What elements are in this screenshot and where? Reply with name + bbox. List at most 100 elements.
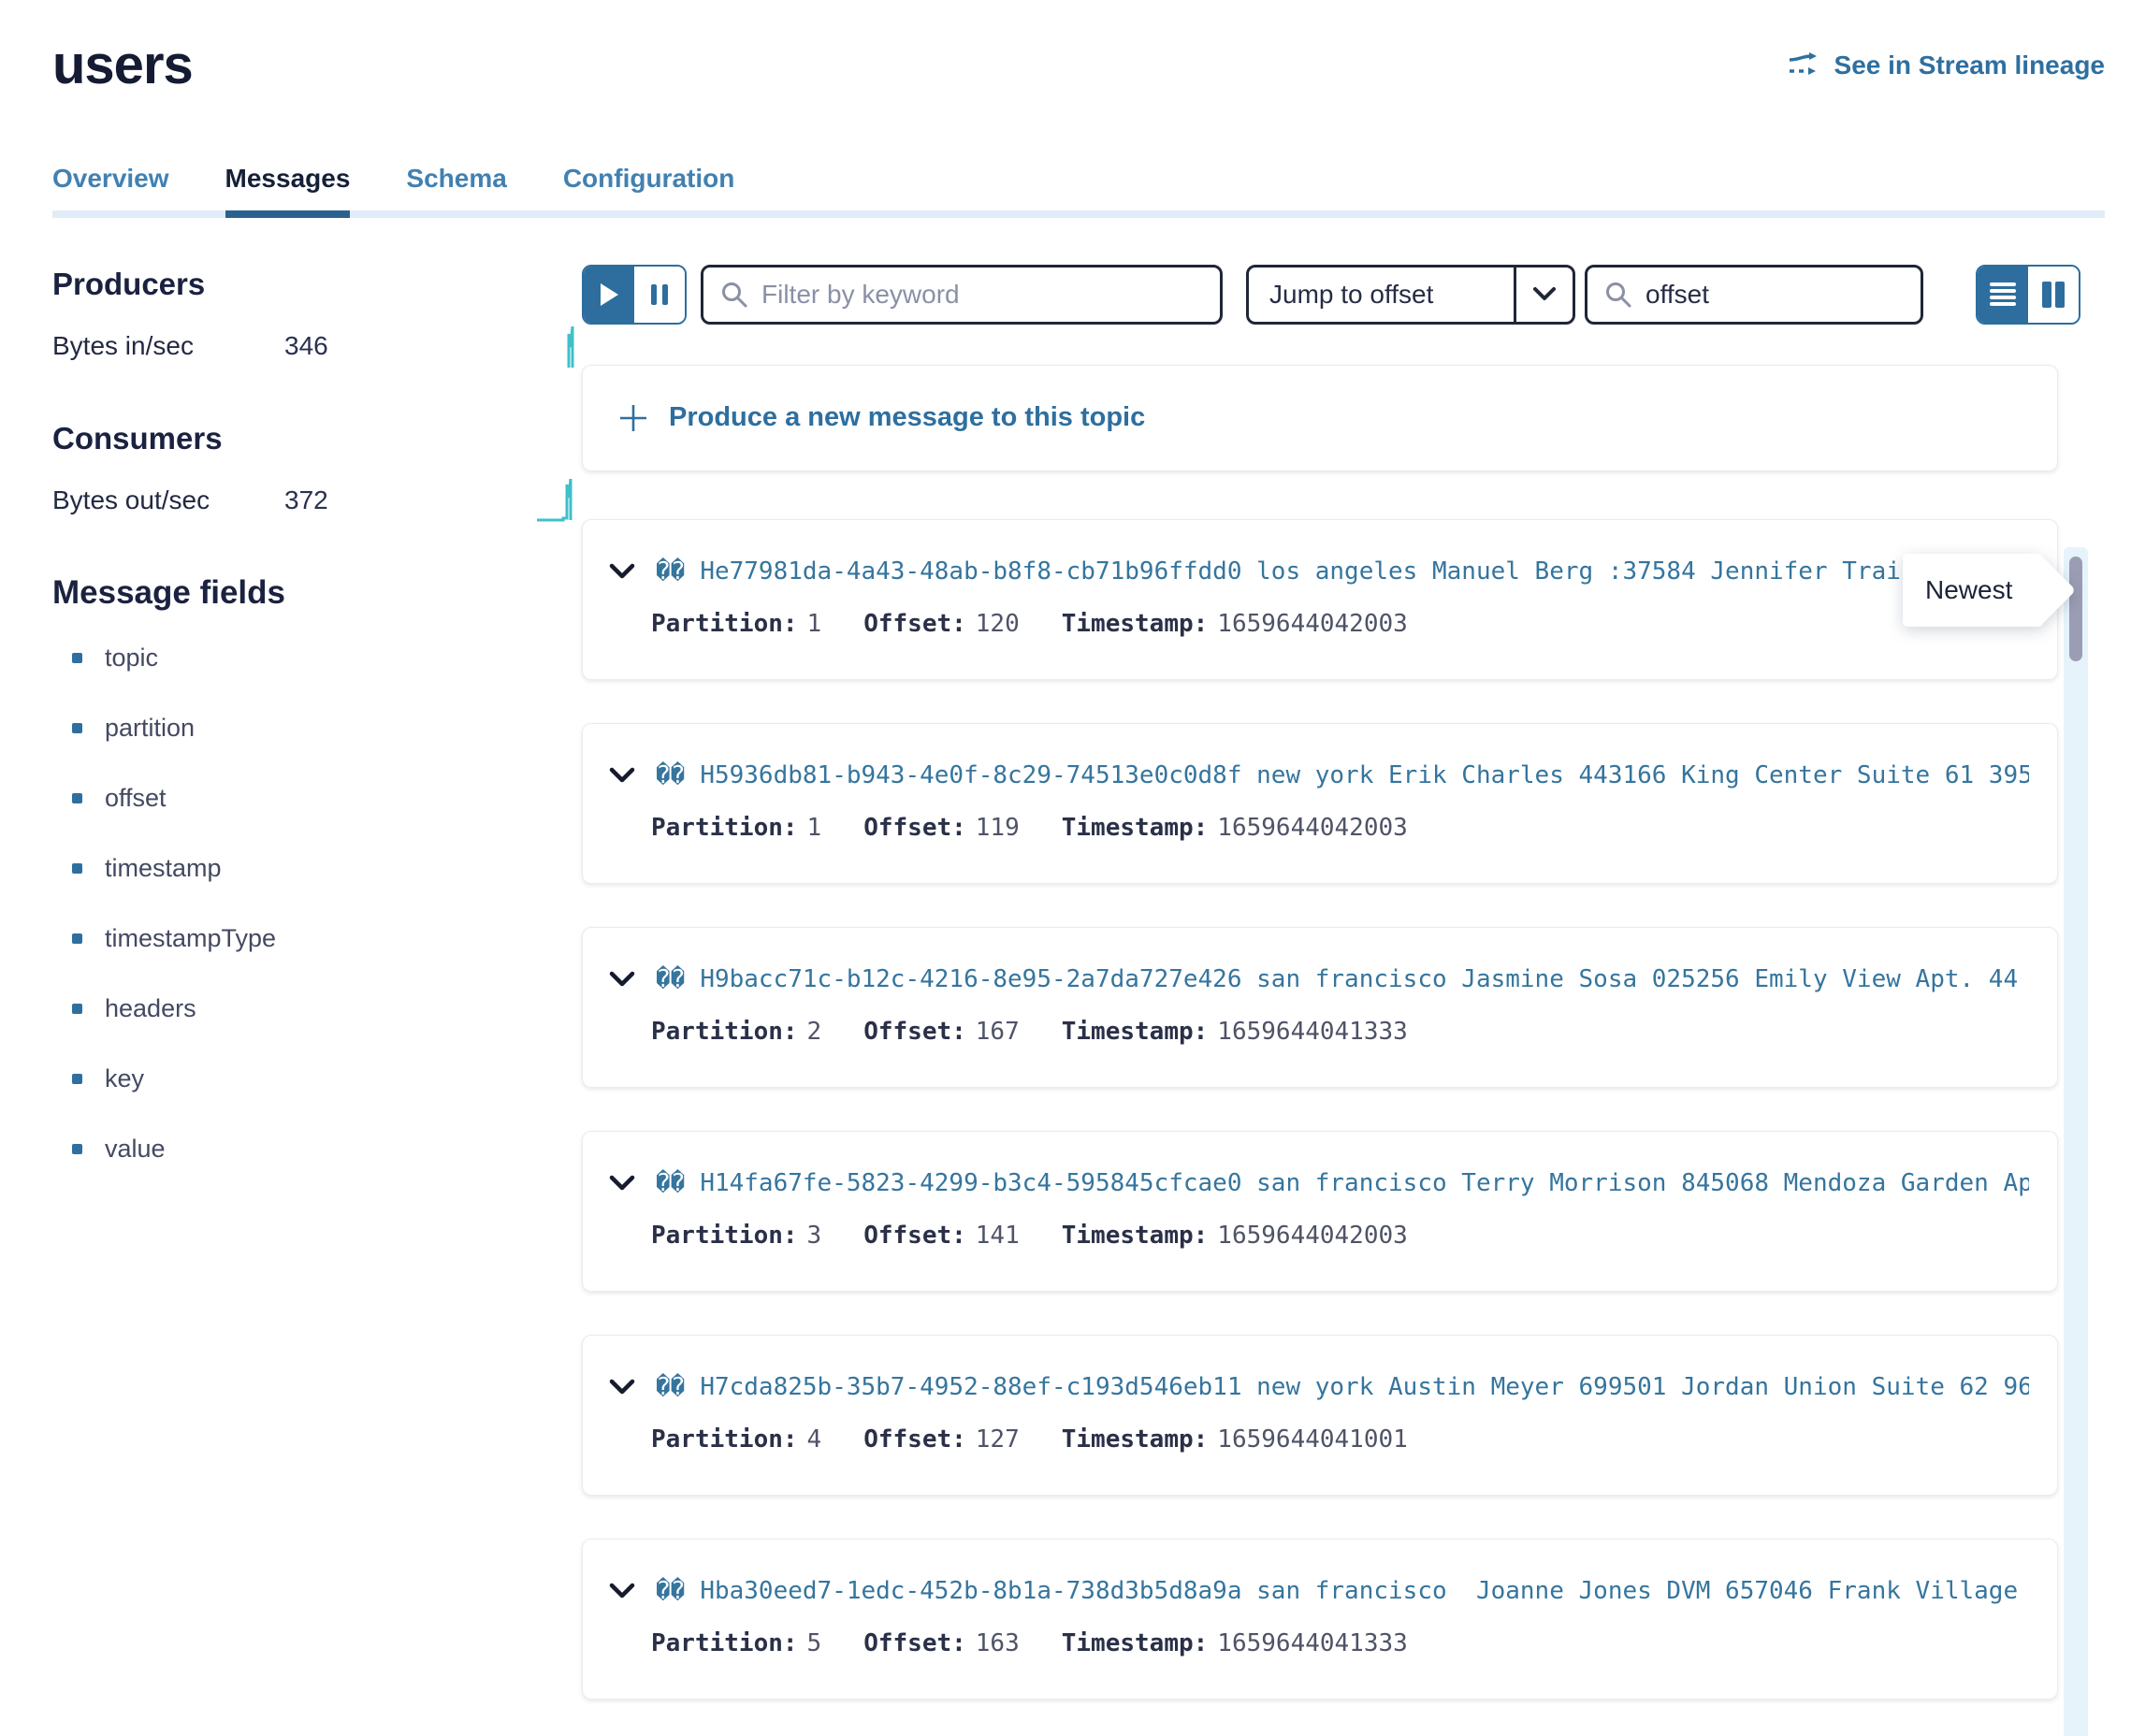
field-item-timestampType[interactable]: timestampType (52, 924, 578, 953)
column-view-button[interactable] (2028, 267, 2079, 323)
plus-icon (618, 403, 648, 433)
bullet-icon (72, 863, 82, 874)
offset-value: 119 (976, 814, 1020, 842)
partition-value: 5 (807, 1629, 822, 1657)
bytes-out-sparkline (535, 477, 578, 524)
bytes-out-label: Bytes out/sec (52, 485, 284, 515)
list-view-icon (1990, 282, 2016, 307)
chevron-down-icon[interactable] (609, 563, 635, 580)
filter-input[interactable] (761, 280, 1203, 310)
offset-value: 127 (976, 1425, 1020, 1454)
chevron-down-icon[interactable] (609, 1583, 635, 1599)
message-row-header[interactable]: �� H5936db81-b943-4e0f-8c29-74513e0c0d8f… (609, 761, 2029, 789)
message-row-header[interactable]: �� H14fa67fe-5823-4299-b3c4-595845cfcae0… (609, 1169, 2029, 1197)
bytes-out-stat: Bytes out/sec 372 (52, 477, 578, 524)
message-meta: Partition:3 Offset:141 Timestamp:1659644… (609, 1222, 2029, 1250)
topbar: users See in Stream lineage (52, 37, 2105, 94)
produce-message-label: Produce a new message to this topic (669, 402, 1145, 433)
messages-scrollbar-thumb[interactable] (2069, 557, 2082, 661)
field-item-partition[interactable]: partition (52, 714, 578, 743)
chevron-down-icon[interactable] (609, 1379, 635, 1396)
tab-messages[interactable]: Messages (225, 164, 351, 194)
filter-search-box (701, 265, 1223, 325)
message-key: H14fa67fe-5823-4299-b3c4-595845cfcae0 sa… (700, 1169, 2029, 1197)
produce-message-button[interactable]: Produce a new message to this topic (582, 365, 2058, 471)
tab-schema[interactable]: Schema (406, 164, 506, 194)
message-key: H9bacc71c-b12c-4216-8e95-2a7da727e426 sa… (700, 965, 2029, 993)
stream-lineage-icon (1788, 51, 1821, 80)
field-item-headers[interactable]: headers (52, 994, 578, 1023)
partition-value: 1 (807, 610, 822, 638)
content: Producers Bytes in/sec 346 Consumers Byt… (52, 218, 2105, 1700)
offset-value: 163 (976, 1629, 1020, 1657)
newest-tooltip-label: Newest (1925, 575, 2012, 605)
message-row: �� Hba30eed7-1edc-452b-8b1a-738d3b5d8a9a… (582, 1539, 2058, 1700)
bullet-icon (72, 1144, 82, 1154)
stream-lineage-link[interactable]: See in Stream lineage (1788, 51, 2105, 80)
jump-to-offset-select[interactable]: Jump to offset (1246, 265, 1575, 325)
message-row-header[interactable]: �� H9bacc71c-b12c-4216-8e95-2a7da727e426… (609, 965, 2029, 993)
pause-button[interactable] (634, 267, 685, 323)
field-item-key[interactable]: key (52, 1064, 578, 1093)
bytes-out-value: 372 (284, 485, 328, 515)
view-mode-toggle (1976, 265, 2080, 325)
offset-value: 141 (976, 1222, 1020, 1250)
jump-to-offset-label: Jump to offset (1249, 268, 1514, 322)
timestamp-value: 1659644042003 (1217, 814, 1408, 842)
message-meta: Partition:4 Offset:127 Timestamp:1659644… (609, 1425, 2029, 1454)
chevron-down-icon[interactable] (609, 767, 635, 784)
key-prefix-glyphs: �� (656, 965, 685, 993)
newest-tooltip: Newest (1903, 554, 2043, 627)
offset-input[interactable] (1645, 280, 1904, 310)
message-row-header[interactable]: �� Hba30eed7-1edc-452b-8b1a-738d3b5d8a9a… (609, 1577, 2029, 1605)
bullet-icon (72, 723, 82, 733)
message-row: �� H14fa67fe-5823-4299-b3c4-595845cfcae0… (582, 1131, 2058, 1292)
key-prefix-glyphs: �� (656, 1373, 685, 1401)
bullet-icon (72, 793, 82, 803)
list-view-button[interactable] (1978, 267, 2028, 323)
play-button[interactable] (584, 267, 634, 323)
tab-underline-track (52, 210, 2105, 218)
bytes-in-value: 346 (284, 331, 328, 361)
key-prefix-glyphs: �� (656, 761, 685, 789)
timestamp-value: 1659644041333 (1217, 1018, 1408, 1046)
message-row: �� H9bacc71c-b12c-4216-8e95-2a7da727e426… (582, 927, 2058, 1088)
tab-bar: Overview Messages Schema Configuration (52, 164, 2105, 218)
field-item-timestamp[interactable]: timestamp (52, 854, 578, 883)
partition-value: 4 (807, 1425, 822, 1454)
tab-configuration[interactable]: Configuration (563, 164, 735, 194)
timestamp-value: 1659644041333 (1217, 1629, 1408, 1657)
stream-lineage-label: See in Stream lineage (1834, 51, 2105, 80)
timestamp-value: 1659644041001 (1217, 1425, 1408, 1454)
timestamp-value: 1659644042003 (1217, 1222, 1408, 1250)
key-prefix-glyphs: �� (656, 1577, 685, 1605)
page-title: users (52, 37, 193, 94)
message-meta: Partition:2 Offset:167 Timestamp:1659644… (609, 1018, 2029, 1046)
field-item-offset[interactable]: offset (52, 784, 578, 813)
chevron-down-icon[interactable] (609, 1175, 635, 1192)
message-row: �� H5936db81-b943-4e0f-8c29-74513e0c0d8f… (582, 723, 2058, 884)
messages-scrollbar-track[interactable] (2064, 547, 2088, 1736)
chevron-down-icon (1516, 268, 1573, 322)
bullet-icon (72, 1074, 82, 1084)
consumers-heading: Consumers (52, 421, 578, 456)
bytes-in-label: Bytes in/sec (52, 331, 284, 361)
field-item-topic[interactable]: topic (52, 644, 578, 673)
message-row-header[interactable]: �� He77981da-4a43-48ab-b8f8-cb71b96ffdd0… (609, 557, 2029, 586)
message-list: �� He77981da-4a43-48ab-b8f8-cb71b96ffdd0… (582, 519, 2058, 1700)
offset-value: 167 (976, 1018, 1020, 1046)
message-row-header[interactable]: �� H7cda825b-35b7-4952-88ef-c193d546eb11… (609, 1373, 2029, 1401)
partition-value: 1 (807, 814, 822, 842)
bullet-icon (72, 1004, 82, 1014)
chevron-down-icon[interactable] (609, 971, 635, 988)
column-view-icon (2041, 282, 2066, 308)
topic-page: users See in Stream lineage Overview Mes… (0, 0, 2131, 1736)
message-key: H5936db81-b943-4e0f-8c29-74513e0c0d8f ne… (700, 761, 2029, 789)
tab-overview[interactable]: Overview (52, 164, 169, 194)
bytes-in-stat: Bytes in/sec 346 (52, 323, 578, 369)
message-meta: Partition:1 Offset:119 Timestamp:1659644… (609, 814, 2029, 842)
field-item-value[interactable]: value (52, 1135, 578, 1164)
offset-search-box (1585, 265, 1923, 325)
message-fields-list: topic partition offset timestamp timesta… (52, 644, 578, 1164)
main-panel: Jump to offset (582, 218, 2058, 1700)
